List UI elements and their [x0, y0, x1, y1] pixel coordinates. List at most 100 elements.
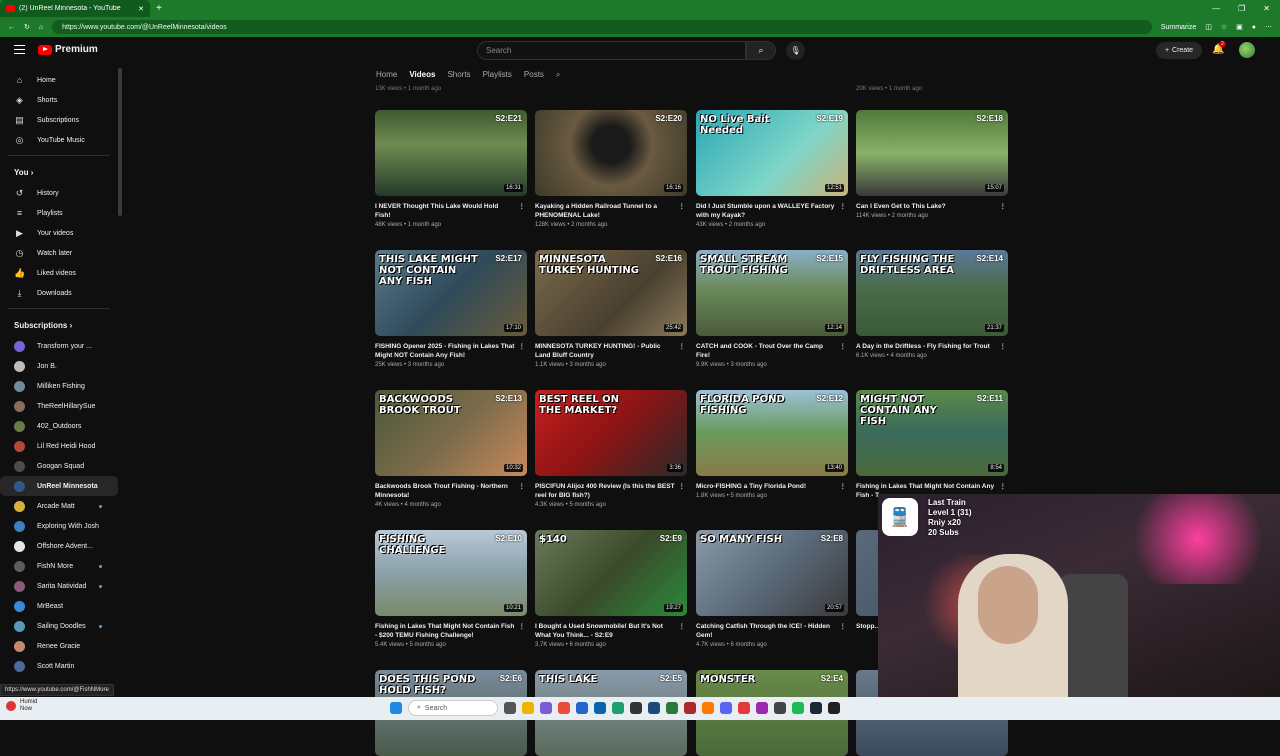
close-tab-icon[interactable]: ✕: [138, 5, 144, 13]
windows-start-icon[interactable]: [390, 702, 402, 714]
video-title[interactable]: CATCH and COOK - Trout Over the Camp Fir…: [696, 343, 823, 359]
subscription-item[interactable]: MrBeast: [0, 596, 118, 616]
more-options-icon[interactable]: ⋮: [519, 622, 526, 631]
video-card[interactable]: S2:E18 15:07 Can I Even Get to This Lake? ⋮…: [856, 110, 1008, 219]
more-options-icon[interactable]: ⋮: [519, 342, 526, 351]
subscription-item[interactable]: FishN More: [0, 556, 118, 576]
sidebar-item-your-videos[interactable]: ▶ Your videos: [0, 223, 118, 243]
close-window-icon[interactable]: ✕: [1263, 4, 1270, 13]
tab-shorts[interactable]: Shorts: [447, 70, 470, 84]
more-options-icon[interactable]: ⋮: [1000, 202, 1007, 211]
search-button[interactable]: ⌕: [746, 41, 776, 60]
more-options-icon[interactable]: ⋮: [679, 622, 686, 631]
subscription-item[interactable]: TheReelHillarySue: [0, 396, 118, 416]
reload-icon[interactable]: ↻: [24, 23, 30, 31]
video-title[interactable]: Did I Just Stumble upon a WALLEYE Factor…: [696, 203, 834, 219]
back-icon[interactable]: ←: [8, 24, 15, 31]
sidebar-scrollbar[interactable]: [118, 68, 122, 216]
more-options-icon[interactable]: ⋮: [679, 342, 686, 351]
tab-posts[interactable]: Posts: [524, 70, 544, 84]
sidebar-item-watch-later[interactable]: ◷ Watch later: [0, 243, 118, 263]
subscription-item[interactable]: 402_Outdoors: [0, 416, 118, 436]
subscription-item[interactable]: Jon B.: [0, 356, 118, 376]
video-title[interactable]: Micro-FISHING a Tiny Florida Pond!: [696, 483, 806, 490]
weather-widget[interactable]: Humid Now: [6, 699, 37, 713]
more-options-icon[interactable]: ⋮: [519, 482, 526, 491]
subscription-item[interactable]: Googan Squad: [0, 456, 118, 476]
more-options-icon[interactable]: ⋮: [1000, 482, 1007, 491]
video-card[interactable]: FLY FISHING THE DRIFTLESS AREA S2:E14 21:3…: [856, 250, 1008, 359]
video-thumbnail[interactable]: BEST REEL ON THE MARKET? 3:36: [535, 390, 687, 476]
app-icon[interactable]: [738, 702, 750, 714]
video-title[interactable]: Kayaking a Hidden Railroad Tunnel to a P…: [535, 203, 657, 219]
channel-search-icon[interactable]: ⌕: [556, 70, 560, 84]
firefox-icon[interactable]: [702, 702, 714, 714]
video-card[interactable]: BACKWOODS BROOK TROUT S2:E13 10:32 Backwood…: [375, 390, 527, 508]
subscription-item[interactable]: Arcade Matt: [0, 496, 118, 516]
video-title[interactable]: Catching Catfish Through the ICE! - Hidd…: [696, 623, 830, 639]
sidebar-item-liked-videos[interactable]: 👍 Liked videos: [0, 263, 118, 283]
store-icon[interactable]: [576, 702, 588, 714]
app-icon[interactable]: [630, 702, 642, 714]
video-thumbnail[interactable]: $140 S2:E9 19:27: [535, 530, 687, 616]
subscription-item[interactable]: Milliken Fishing: [0, 376, 118, 396]
you-heading[interactable]: You ›: [0, 161, 118, 183]
video-thumbnail[interactable]: MINNESOTA TURKEY HUNTING S2:E16 25:42: [535, 250, 687, 336]
subscription-item[interactable]: Lil Red Heidi Hood: [0, 436, 118, 456]
youtube-logo[interactable]: Premium: [38, 44, 98, 55]
file-explorer-icon[interactable]: [522, 702, 534, 714]
more-options-icon[interactable]: ⋮: [840, 482, 847, 491]
video-card[interactable]: FISHING CHALLENGE S2:E10 10:21 Fishing in L…: [375, 530, 527, 648]
subscription-item[interactable]: Sailing Doodles: [0, 616, 118, 636]
app-icon[interactable]: [684, 702, 696, 714]
video-thumbnail[interactable]: NO Live Bait Needed S2:E19 12:51: [696, 110, 848, 196]
video-thumbnail[interactable]: MIGHT NOT CONTAIN ANY FISH S2:E11 8:54: [856, 390, 1008, 476]
edge-icon[interactable]: [612, 702, 624, 714]
subscription-item[interactable]: Exploring With Josh: [0, 516, 118, 536]
video-card[interactable]: BEST REEL ON THE MARKET? 3:36 PISCIFUN Ali…: [535, 390, 687, 508]
video-title[interactable]: I Bought a Used Snowmobile! But It's Not…: [535, 623, 663, 639]
discord-icon[interactable]: [720, 702, 732, 714]
app-icon[interactable]: [756, 702, 768, 714]
video-card[interactable]: MIGHT NOT CONTAIN ANY FISH S2:E11 8:54 Fish…: [856, 390, 1008, 500]
video-thumbnail[interactable]: S2:E18 15:07: [856, 110, 1008, 196]
maximize-icon[interactable]: ❐: [1238, 4, 1245, 13]
browser-tab[interactable]: (2) UnReel Minnesota - YouTube ✕: [0, 0, 150, 17]
sidebar-item-subscriptions[interactable]: ▤ Subscriptions: [0, 110, 118, 130]
favorites-icon[interactable]: ☆: [1221, 23, 1227, 31]
collections-icon[interactable]: ▣: [1236, 23, 1243, 31]
task-view-icon[interactable]: [504, 702, 516, 714]
video-thumbnail[interactable]: THIS LAKE MIGHT NOT CONTAIN ANY FISH S2:E…: [375, 250, 527, 336]
video-title[interactable]: MINNESOTA TURKEY HUNTING! - Public Land …: [535, 343, 661, 359]
tab-home[interactable]: Home: [376, 70, 397, 84]
video-title[interactable]: PISCIFUN Alijoz 400 Review (Is this the …: [535, 483, 675, 499]
subscription-item[interactable]: Renee Gracie: [0, 636, 118, 656]
video-card[interactable]: S2:E21 16:31 I NEVER Thought This Lake Wou…: [375, 110, 527, 228]
more-options-icon[interactable]: ⋮: [679, 482, 686, 491]
url-field[interactable]: https://www.youtube.com/@UnReelMinnesota…: [52, 20, 1152, 34]
office-icon[interactable]: [558, 702, 570, 714]
video-card[interactable]: SMALL STREAM TROUT FISHING S2:E15 12:14 CAT…: [696, 250, 848, 368]
subscription-item[interactable]: Scott Martin: [0, 656, 118, 676]
extension-icon[interactable]: ◫: [1205, 23, 1212, 31]
more-options-icon[interactable]: ⋮: [679, 202, 686, 211]
profile-icon[interactable]: ●: [1252, 24, 1256, 31]
more-options-icon[interactable]: ⋮: [840, 342, 847, 351]
more-options-icon[interactable]: ⋮: [519, 202, 526, 211]
subscription-item[interactable]: Sarita Natividad: [0, 576, 118, 596]
sidebar-item-downloads[interactable]: ⤓ Downloads: [0, 283, 118, 303]
tab-videos[interactable]: Videos: [409, 70, 435, 84]
taskbar-search[interactable]: ⌕ Search: [408, 700, 498, 716]
video-card[interactable]: $140 S2:E9 19:27 I Bought a Used Snowmobile…: [535, 530, 687, 648]
subscription-item[interactable]: Offshore Advent...: [0, 536, 118, 556]
avatar[interactable]: [1239, 42, 1255, 58]
video-card[interactable]: SO MANY FISH S2:E8 20:57 Catching Catfish T…: [696, 530, 848, 648]
video-thumbnail[interactable]: SO MANY FISH S2:E8 20:57: [696, 530, 848, 616]
new-tab-button[interactable]: +: [156, 3, 162, 14]
search-input[interactable]: Search: [477, 41, 746, 60]
app-icon[interactable]: [666, 702, 678, 714]
video-title[interactable]: I NEVER Thought This Lake Would Hold Fis…: [375, 203, 498, 219]
create-button[interactable]: + Create: [1156, 42, 1202, 59]
tab-playlists[interactable]: Playlists: [483, 70, 512, 84]
video-thumbnail[interactable]: FLY FISHING THE DRIFTLESS AREA S2:E14 21:3…: [856, 250, 1008, 336]
